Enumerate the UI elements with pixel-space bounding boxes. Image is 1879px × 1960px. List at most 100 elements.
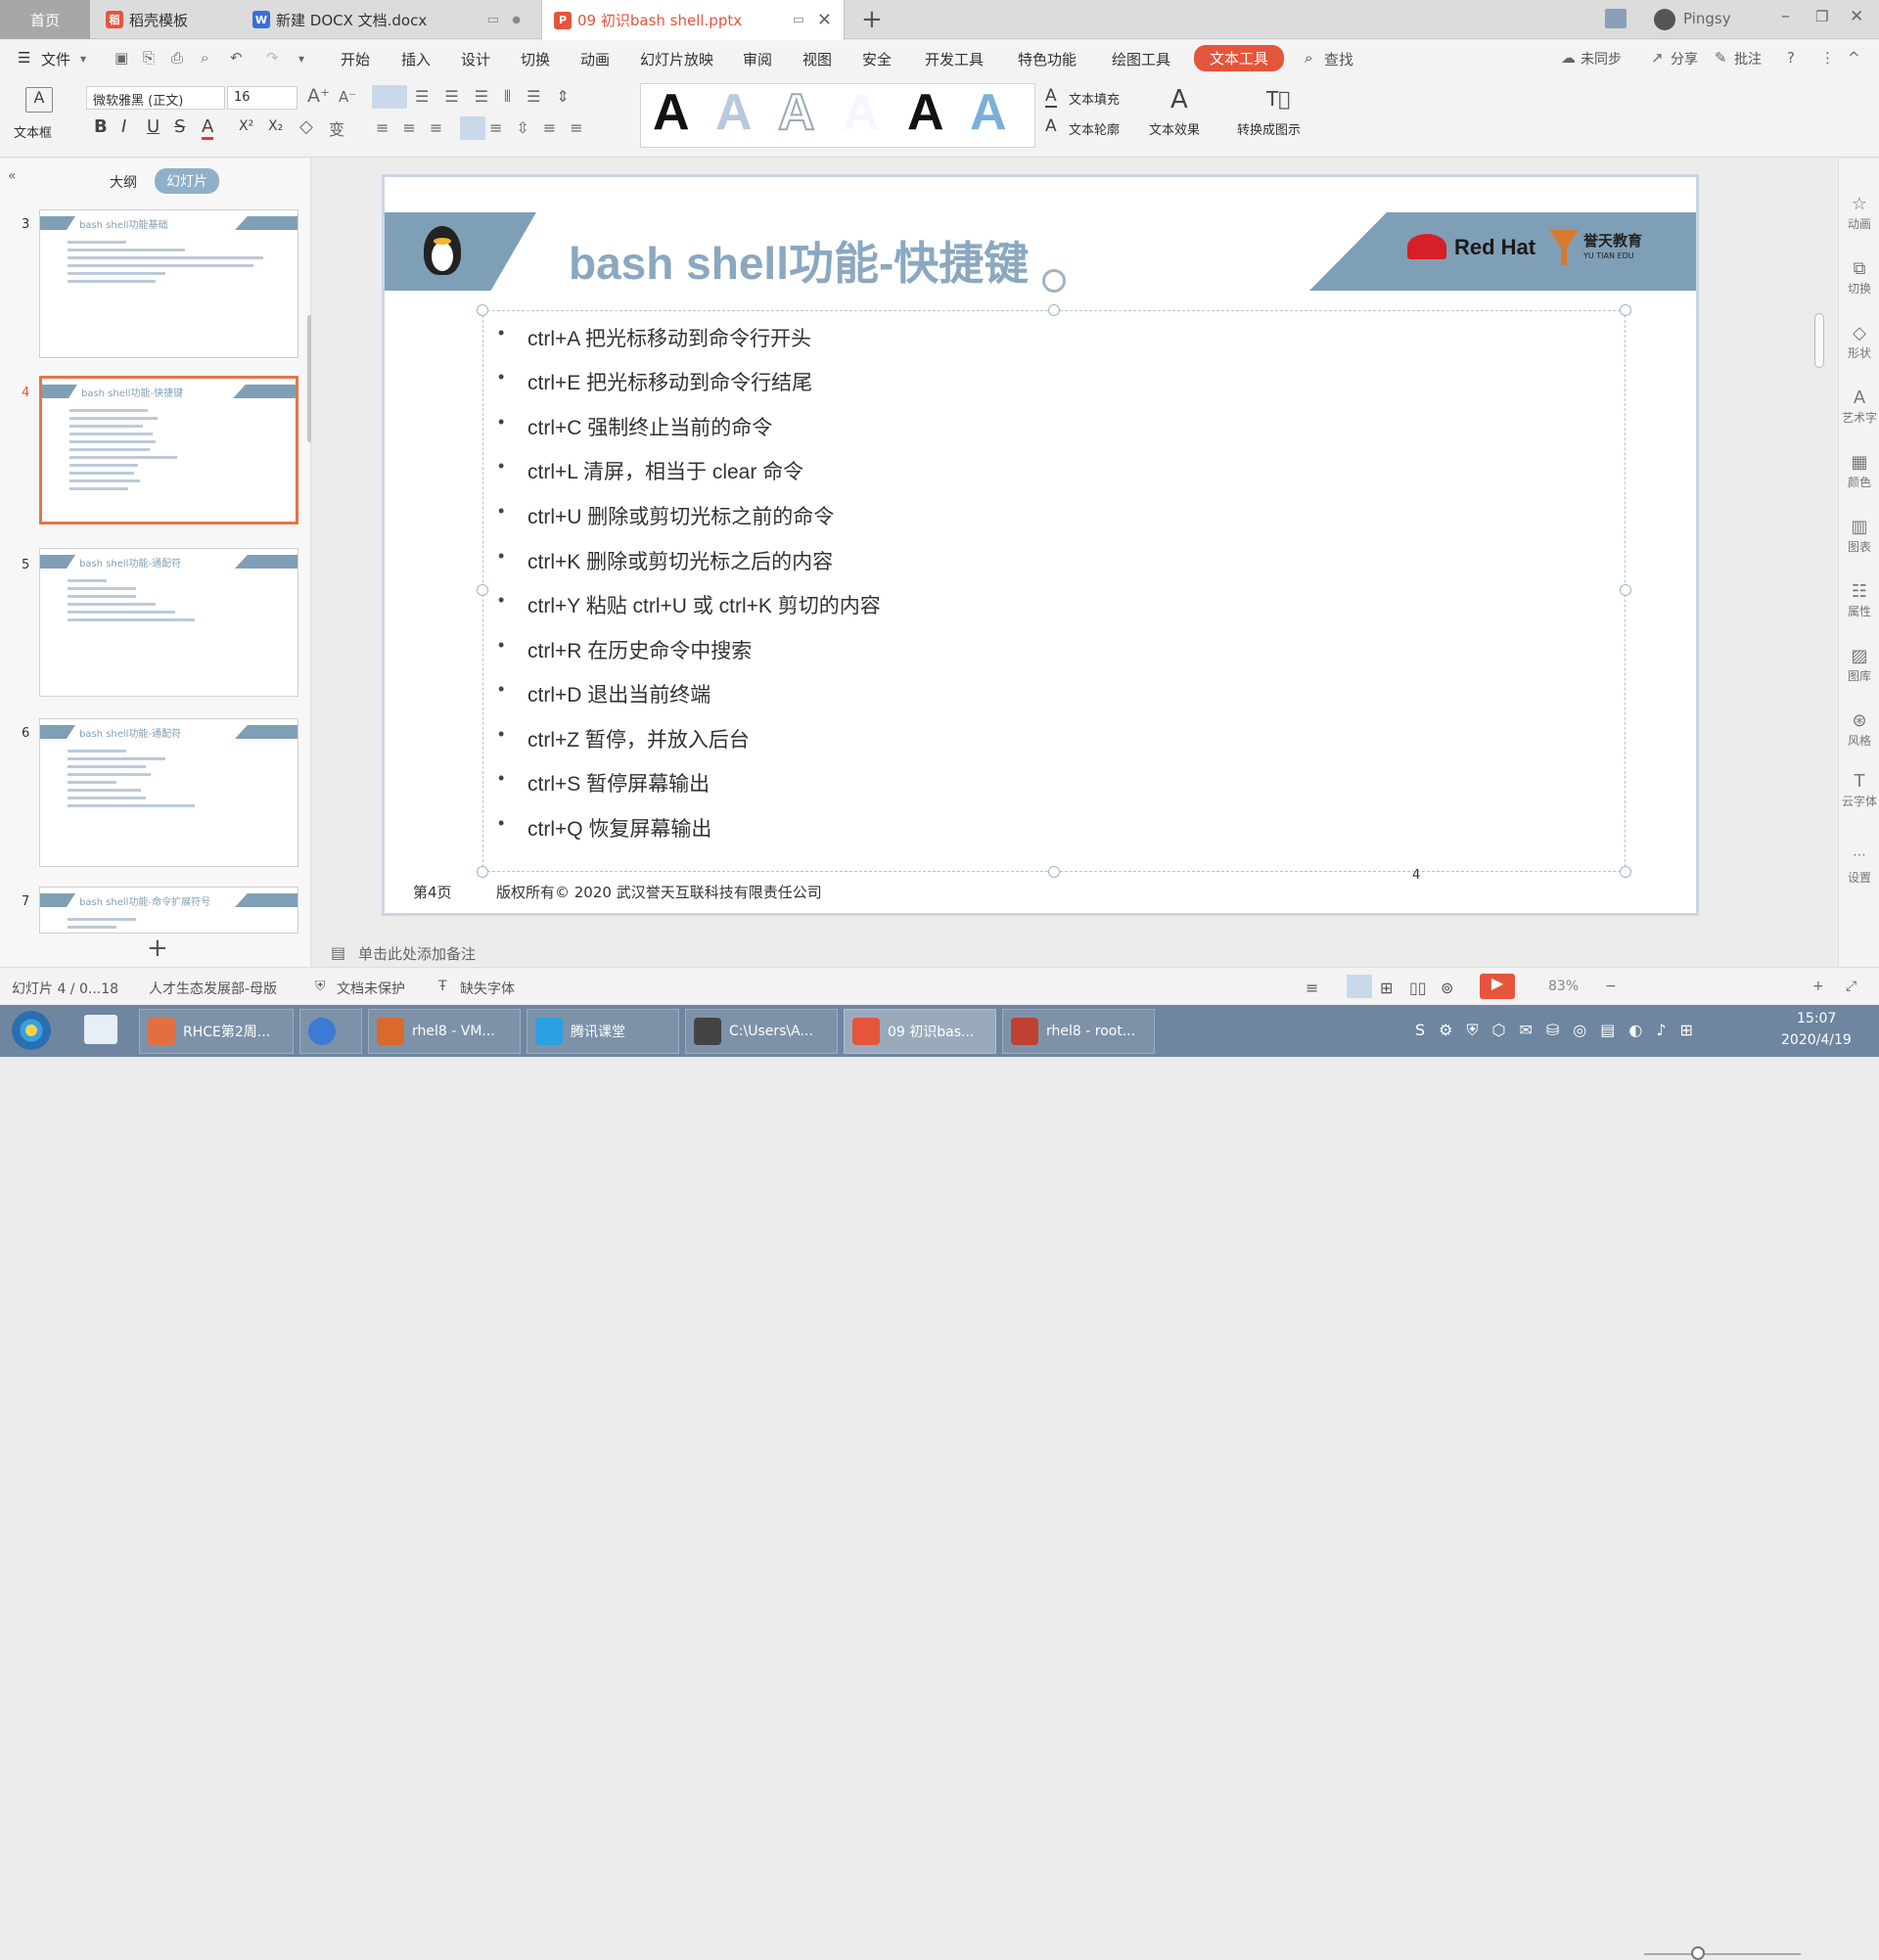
close-window-icon[interactable]: ✕: [1850, 7, 1863, 26]
menu-view[interactable]: 视图: [802, 49, 832, 69]
resize-handle[interactable]: [1048, 866, 1060, 878]
tab-outline[interactable]: 大纲: [110, 172, 137, 192]
clock-time[interactable]: 15:07: [1797, 1011, 1836, 1026]
shrink-font-icon[interactable]: A⁻: [339, 88, 356, 106]
taskbar-app[interactable]: [299, 1009, 362, 1054]
resize-handle[interactable]: [1620, 304, 1631, 316]
bullets-list-icon[interactable]: [372, 85, 407, 109]
hamburger-icon[interactable]: ☰: [18, 49, 30, 67]
font-name-select[interactable]: 微软雅黑 (正文): [86, 86, 225, 110]
italic-button[interactable]: I: [121, 116, 126, 137]
help-icon[interactable]: ?: [1787, 49, 1795, 67]
properties-icon[interactable]: ☷: [1839, 581, 1879, 602]
more-icon[interactable]: ⋮: [1820, 49, 1835, 67]
animation-icon[interactable]: ☆: [1839, 194, 1879, 214]
start-button[interactable]: [12, 1011, 51, 1050]
zoom-out-icon[interactable]: −: [1605, 979, 1617, 994]
menu-security[interactable]: 安全: [862, 49, 892, 69]
slide-thumb-5[interactable]: bash shell功能-通配符: [39, 548, 298, 697]
menu-start[interactable]: 开始: [341, 49, 370, 69]
comment-button[interactable]: 批注: [1734, 49, 1762, 68]
side-shape[interactable]: 形状: [1839, 344, 1879, 361]
avatar[interactable]: [1654, 9, 1675, 30]
search-icon[interactable]: ⌕: [1305, 49, 1312, 67]
reading-view-icon[interactable]: ▯▯: [1409, 979, 1427, 997]
tab-pptx[interactable]: P 09 初识bash shell.pptx ▭ ✕: [541, 0, 845, 40]
close-icon[interactable]: ✕: [817, 10, 832, 30]
style-blue[interactable]: A: [970, 83, 1007, 142]
collapse-panel-icon[interactable]: «: [8, 168, 17, 184]
taskbar-wps[interactable]: 09 初识bas...: [844, 1009, 996, 1054]
preview-icon[interactable]: ⌕: [201, 49, 208, 67]
redo-icon[interactable]: ↷: [266, 49, 279, 67]
menu-text-tools[interactable]: 文本工具: [1194, 45, 1285, 71]
missing-font[interactable]: 缺失字体: [460, 979, 515, 998]
taskbar-rhce[interactable]: RHCE第2周...: [139, 1009, 294, 1054]
zoom-value[interactable]: 83%: [1548, 979, 1579, 994]
zoom-thumb[interactable]: [1691, 1946, 1705, 1960]
text-fill-icon[interactable]: A: [1045, 86, 1057, 108]
text-style-gallery[interactable]: A A A A A A: [640, 83, 1035, 148]
minimize-icon[interactable]: –: [1781, 6, 1790, 26]
zoom-slider[interactable]: [1644, 1953, 1801, 1955]
menu-transition[interactable]: 切换: [521, 49, 550, 69]
color-icon[interactable]: ▦: [1839, 452, 1879, 473]
style-bold[interactable]: A: [907, 83, 944, 142]
user-name[interactable]: Pingsy: [1683, 10, 1731, 27]
bold-button[interactable]: B: [94, 116, 108, 137]
underline-button[interactable]: U: [147, 116, 160, 137]
subscript-button[interactable]: X₂: [268, 118, 283, 134]
text-effect-button[interactable]: 文本效果: [1149, 119, 1200, 138]
align-tools[interactable]: ≡≡≡: [376, 118, 456, 137]
side-chart[interactable]: 图表: [1839, 538, 1879, 555]
slide-thumb-4-selected[interactable]: bash shell功能-快捷键: [39, 376, 298, 524]
system-tray[interactable]: S⚙⛨⬡✉⛁◎▤◐♪⊞: [1415, 1021, 1707, 1040]
sorter-view-icon[interactable]: ⊞: [1380, 979, 1393, 997]
wordart-icon[interactable]: A: [1839, 387, 1879, 408]
slide-thumb-7[interactable]: bash shell功能-命令扩展符号: [39, 887, 298, 934]
bullet-item[interactable]: ctrl+E 把光标移动到命令行结尾: [498, 367, 812, 396]
sync-icon[interactable]: ☁: [1561, 49, 1576, 67]
export-icon[interactable]: ⎘: [143, 49, 155, 67]
text-outline-icon[interactable]: A: [1045, 116, 1057, 136]
bullet-item[interactable]: ctrl+Y 粘贴 ctrl+U 或 ctrl+K 剪切的内容: [498, 590, 881, 619]
tab-slides[interactable]: 幻灯片: [155, 168, 219, 194]
restore-icon[interactable]: ❐: [1815, 8, 1828, 25]
side-gallery[interactable]: 图库: [1839, 667, 1879, 684]
convert-button[interactable]: 转换成图示: [1237, 119, 1301, 138]
print-icon[interactable]: ⎙: [171, 49, 183, 67]
save-icon[interactable]: ▣: [115, 49, 128, 67]
slide-thumb-3[interactable]: bash shell功能基础: [39, 209, 298, 358]
side-style[interactable]: 风格: [1839, 732, 1879, 749]
textbox-icon[interactable]: A: [25, 87, 53, 113]
slide-thumb-6[interactable]: bash shell功能-通配符: [39, 718, 298, 867]
menu-animation[interactable]: 动画: [580, 49, 610, 69]
style-outline[interactable]: A: [777, 83, 816, 142]
tab-home[interactable]: 首页: [0, 0, 90, 39]
menu-review[interactable]: 审阅: [743, 49, 772, 69]
bullet-item[interactable]: ctrl+L 清屏，相当于 clear 命令: [498, 456, 803, 485]
collapse-ribbon-icon[interactable]: ^: [1848, 49, 1860, 67]
side-color[interactable]: 颜色: [1839, 474, 1879, 490]
bullet-item[interactable]: ctrl+Z 暂停，并放入后台: [498, 724, 750, 753]
tab-docer[interactable]: 稻 稻壳模板: [94, 0, 241, 39]
slide-scrollbar[interactable]: [1814, 313, 1824, 368]
menu-developer[interactable]: 开发工具: [925, 49, 984, 69]
chevron-down-icon[interactable]: ▾: [80, 52, 86, 66]
side-settings[interactable]: 设置: [1839, 869, 1879, 886]
play-slideshow-button[interactable]: ▶: [1480, 974, 1515, 999]
superscript-button[interactable]: X²: [239, 118, 253, 134]
search-label[interactable]: 查找: [1324, 49, 1353, 69]
bullet-item[interactable]: ctrl+K 删除或剪切光标之后的内容: [498, 546, 833, 575]
strike-button[interactable]: S: [174, 116, 185, 137]
normal-view-icon[interactable]: [1347, 975, 1372, 998]
menu-slideshow[interactable]: 幻灯片放映: [640, 49, 713, 69]
taskbar-vmware[interactable]: rhel8 - VM...: [368, 1009, 521, 1054]
list-tools[interactable]: ☰☰☰⦀☰⇕: [415, 87, 585, 107]
resize-handle[interactable]: [477, 866, 488, 878]
resize-handle[interactable]: [477, 584, 488, 596]
share-button[interactable]: 分享: [1671, 49, 1698, 68]
side-wordart[interactable]: 艺术字: [1839, 409, 1879, 426]
text-fill-button[interactable]: 文本填充: [1069, 89, 1120, 108]
taskbar-terminal[interactable]: rhel8 - root...: [1002, 1009, 1155, 1054]
